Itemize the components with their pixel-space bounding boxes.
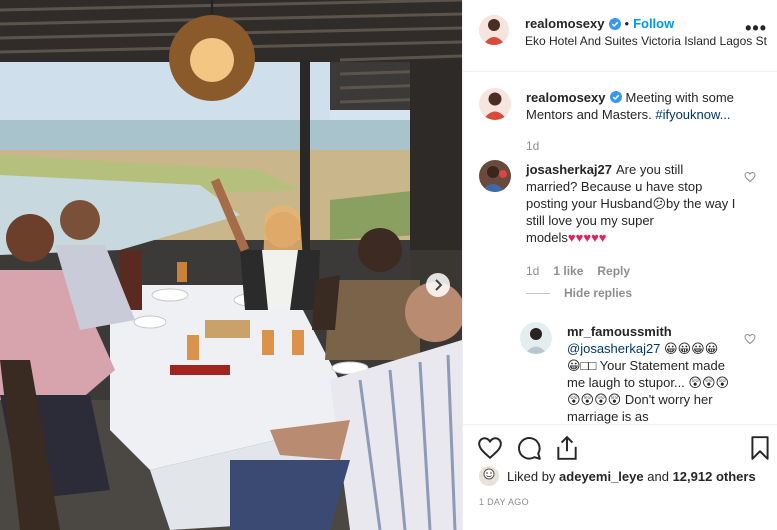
heart-icon[interactable]	[477, 435, 503, 461]
post-header: realomosexy • Follow Eko Hotel And Suite…	[463, 0, 777, 72]
emoji: 😕	[652, 196, 667, 211]
emoji-group: 😀😀😀😀	[664, 341, 719, 356]
comment-like-heart-icon[interactable]	[744, 171, 756, 183]
emoji-group: 😀□□	[567, 358, 597, 373]
avatar[interactable]	[479, 88, 511, 120]
comment-like-heart-icon[interactable]	[744, 333, 756, 345]
caption-meta: 1d	[526, 139, 553, 153]
replier-avatar-image	[520, 322, 552, 354]
separator-dot: •	[624, 16, 630, 31]
verified-badge-icon	[609, 91, 622, 103]
restaurant-photo-image	[0, 0, 462, 530]
comment-meta: 1d 1 like Reply	[526, 264, 644, 278]
avatar[interactable]	[479, 160, 511, 192]
header-username[interactable]: realomosexy	[525, 16, 605, 31]
comment-time[interactable]: 1d	[526, 264, 539, 278]
share-icon[interactable]	[554, 435, 580, 461]
hashtag-link[interactable]: #ifyouknow...	[655, 107, 730, 122]
replies-divider-line	[526, 292, 550, 294]
avatar[interactable]	[479, 15, 509, 45]
comments-section[interactable]: realomosexy Meeting with some Mentors and…	[463, 72, 777, 424]
hide-replies-label: Hide replies	[564, 286, 633, 300]
bookmark-icon[interactable]	[747, 435, 773, 461]
header-user-line: realomosexy • Follow	[525, 16, 674, 31]
likes-summary: Liked by adeyemi_leye and 12,912 others	[479, 466, 756, 486]
mention-link[interactable]: @josasherkaj27	[567, 341, 660, 356]
profile-avatar-image	[479, 15, 509, 45]
reply-username[interactable]: mr_famoussmith	[567, 324, 672, 339]
reply-text: mr_famoussmith @josasherkaj27 😀😀😀😀 😀□□ Y…	[567, 323, 732, 424]
post-side-panel: realomosexy • Follow Eko Hotel And Suite…	[462, 0, 777, 530]
commenter-avatar-image	[479, 160, 511, 192]
more-options-button[interactable]: •••	[745, 18, 767, 39]
reply-button[interactable]: Reply	[597, 264, 630, 278]
verified-badge-icon	[608, 17, 621, 30]
post-timestamp[interactable]: 1 DAY AGO	[479, 497, 529, 507]
profile-avatar-image	[479, 88, 511, 120]
caption-username[interactable]: realomosexy	[526, 90, 606, 105]
follow-button[interactable]: Follow	[633, 16, 674, 31]
likes-connector: and	[647, 468, 669, 484]
comment-username[interactable]: josasherkaj27	[526, 162, 612, 177]
comment-icon[interactable]	[516, 435, 542, 461]
chevron-right-icon	[435, 279, 443, 291]
avatar[interactable]	[520, 322, 552, 354]
likes-prefix: Liked by	[507, 468, 556, 484]
comment-text: josasherkaj27 Are you still married? Beca…	[526, 161, 736, 246]
post-photo[interactable]	[0, 0, 462, 530]
likes-count-link[interactable]: 12,912 others	[673, 469, 756, 484]
caption-time[interactable]: 1d	[526, 139, 539, 153]
next-photo-button[interactable]	[426, 273, 450, 297]
comment-likes-count[interactable]: 1 like	[553, 264, 583, 278]
caption-text: realomosexy Meeting with some Mentors and…	[526, 89, 764, 123]
heart-emojis: ♥♥♥♥♥	[567, 230, 607, 245]
hide-replies-button[interactable]: Hide replies	[526, 286, 632, 300]
location-link[interactable]: Eko Hotel And Suites Victoria Island Lag…	[525, 34, 767, 48]
liker-username[interactable]: adeyemi_leye	[559, 469, 644, 484]
liker-avatar-image	[479, 466, 499, 486]
avatar[interactable]	[479, 466, 499, 486]
